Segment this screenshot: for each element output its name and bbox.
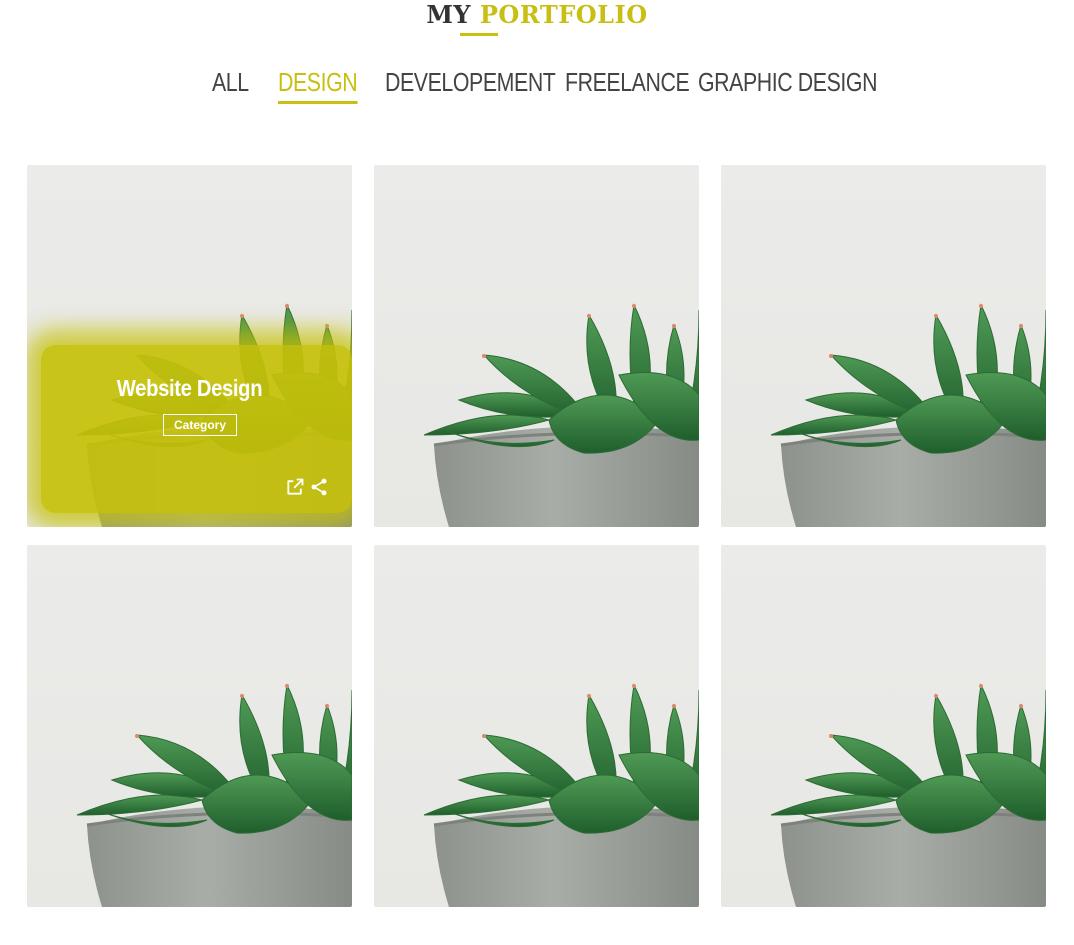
share-icon[interactable]: [309, 477, 329, 497]
succulent-image: [423, 683, 699, 907]
title-word-my: MY: [426, 0, 472, 29]
filter-graphic-design[interactable]: GRAPHIC DESIGN: [698, 62, 877, 102]
filter-design[interactable]: DESIGN: [278, 62, 358, 104]
succulent-image: [423, 303, 699, 527]
category-badge[interactable]: Category: [163, 414, 237, 436]
portfolio-item-4[interactable]: [27, 545, 352, 907]
title-underline: [460, 33, 498, 36]
succulent-image: [770, 303, 1046, 527]
portfolio-item-title: Website Design: [116, 375, 263, 401]
portfolio-item-6[interactable]: [721, 545, 1046, 907]
portfolio-item-3[interactable]: [721, 165, 1046, 527]
portfolio-item-2[interactable]: [374, 165, 699, 527]
title-word-portfolio: PORTFOLIO: [479, 0, 648, 29]
succulent-image: [76, 683, 352, 907]
portfolio-item-5[interactable]: [374, 545, 699, 907]
succulent-image: [770, 683, 1046, 907]
filter-freelance[interactable]: FREELANCE: [565, 62, 690, 102]
portfolio-item-1[interactable]: Website Design Category: [27, 165, 352, 527]
filter-nav: ALL DESIGN DEVELOPEMENT FREELANCE GRAPHI…: [0, 62, 1074, 106]
external-link-icon[interactable]: [285, 477, 305, 497]
filter-developement[interactable]: DEVELOPEMENT: [385, 62, 556, 102]
filter-all[interactable]: ALL: [212, 62, 249, 102]
page-title: MY PORTFOLIO: [0, 0, 1074, 30]
